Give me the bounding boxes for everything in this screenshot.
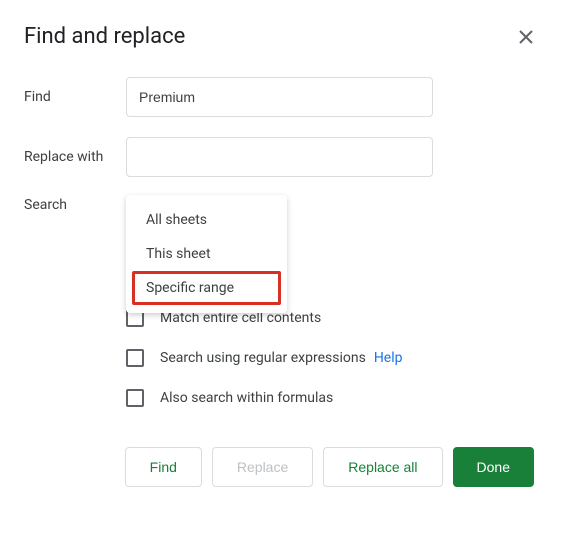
dropdown-item-this-sheet[interactable]: This sheet bbox=[126, 237, 287, 271]
checkbox-label-formulas: Also search within formulas bbox=[160, 390, 333, 406]
replace-row: Replace with bbox=[24, 137, 538, 177]
checkbox-formulas[interactable] bbox=[126, 389, 144, 407]
replace-button[interactable]: Replace bbox=[212, 447, 313, 487]
checkbox-row-formulas: Also search within formulas bbox=[126, 389, 538, 407]
find-button[interactable]: Find bbox=[125, 447, 202, 487]
dialog-title: Find and replace bbox=[24, 24, 185, 49]
find-replace-dialog: Find and replace Find Replace with Searc… bbox=[0, 0, 562, 511]
search-label: Search bbox=[24, 197, 126, 213]
dialog-header: Find and replace bbox=[24, 24, 538, 49]
replace-label: Replace with bbox=[24, 149, 126, 165]
find-row: Find bbox=[24, 77, 538, 117]
search-dropdown-menu: All sheets This sheet Specific range bbox=[126, 195, 287, 313]
button-row: Find Replace Replace all Done bbox=[24, 447, 538, 487]
dropdown-item-specific-range[interactable]: Specific range bbox=[132, 271, 281, 305]
help-link[interactable]: Help bbox=[374, 350, 403, 366]
search-row: Search All sheets This sheet Specific ra… bbox=[24, 197, 538, 213]
checkbox-label-regex: Search using regular expressions bbox=[160, 350, 366, 366]
find-input[interactable] bbox=[126, 77, 433, 117]
replace-all-button[interactable]: Replace all bbox=[323, 447, 442, 487]
find-label: Find bbox=[24, 89, 126, 105]
dropdown-item-all-sheets[interactable]: All sheets bbox=[126, 203, 287, 237]
checkbox-regex[interactable] bbox=[126, 349, 144, 367]
checkbox-row-regex: Search using regular expressions Help bbox=[126, 349, 538, 367]
close-icon[interactable] bbox=[514, 25, 538, 49]
done-button[interactable]: Done bbox=[453, 447, 534, 487]
replace-input[interactable] bbox=[126, 137, 433, 177]
